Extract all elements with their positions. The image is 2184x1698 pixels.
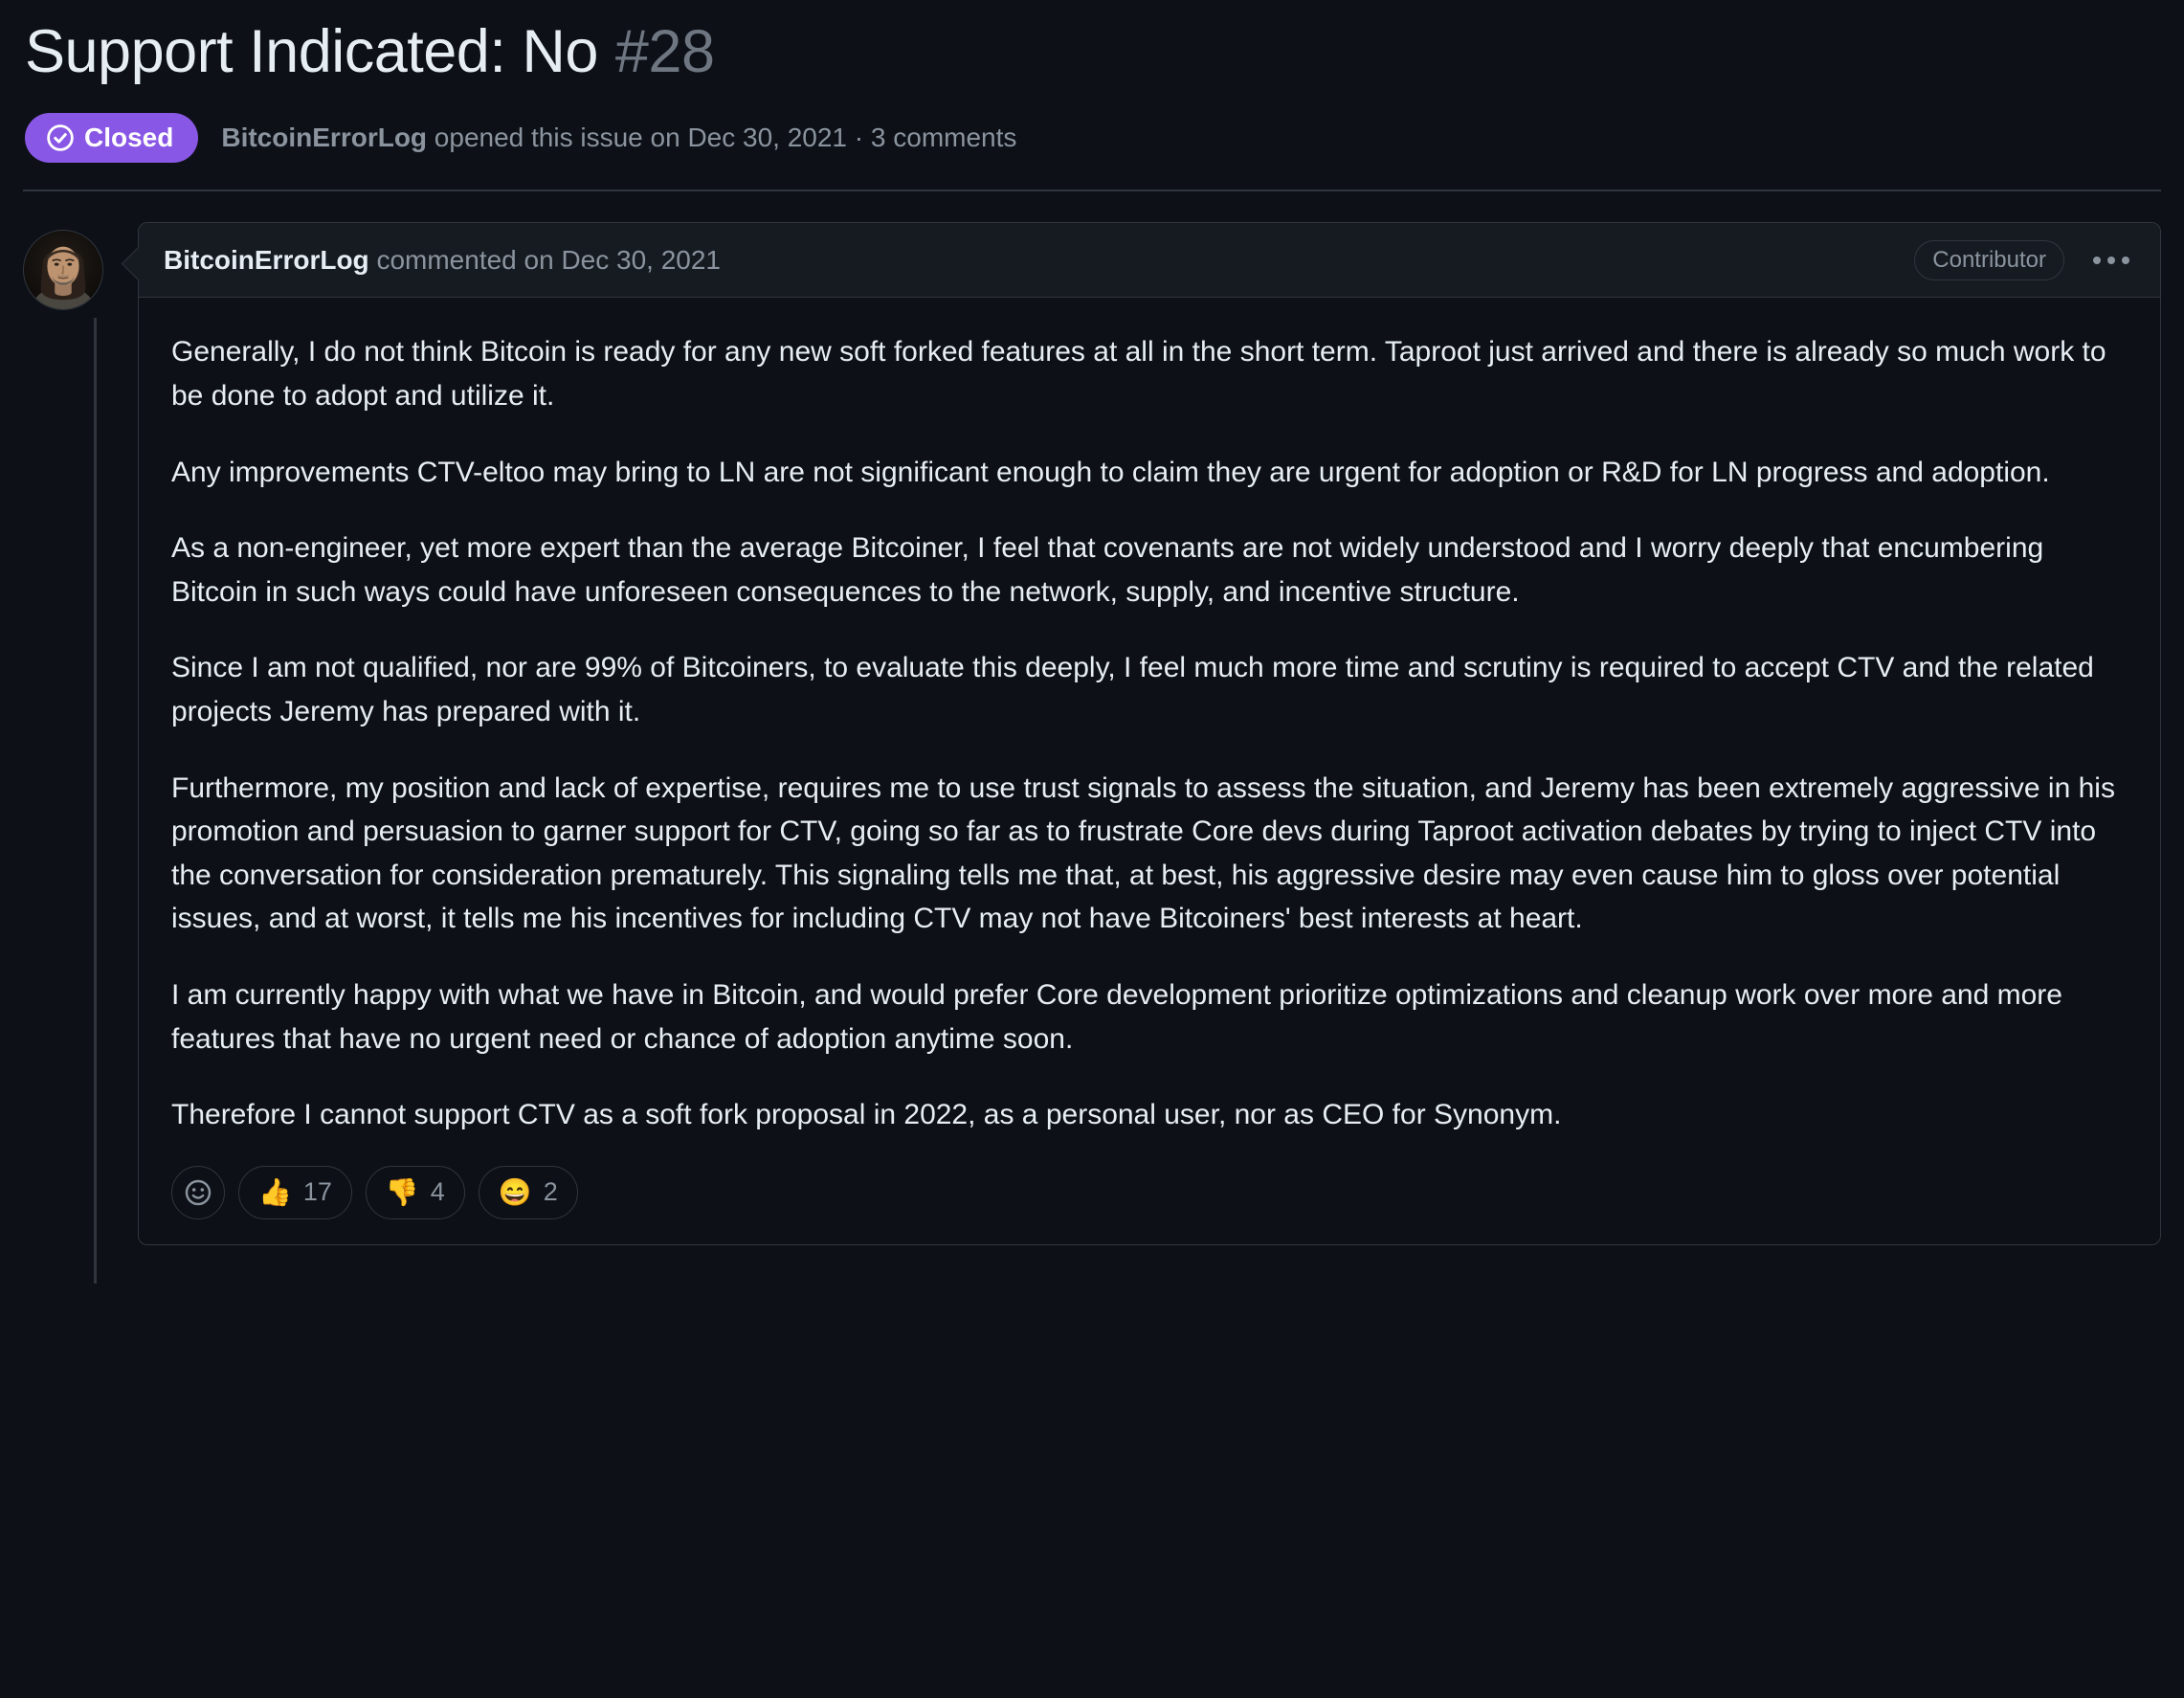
comment-row: BitcoinErrorLog commented on Dec 30, 202… [23, 222, 2161, 1245]
smiley-plus-icon[interactable] [171, 1165, 225, 1219]
contributor-badge[interactable]: Contributor [1914, 239, 2064, 281]
reaction-count: 2 [543, 1177, 558, 1207]
comment-paragraph: Generally, I do not think Bitcoin is rea… [171, 336, 2106, 413]
status-badge-label: Closed [84, 123, 174, 153]
issue-meta-text: BitcoinErrorLog opened this issue on Dec… [221, 121, 1016, 155]
laugh-icon: 😄 [498, 1176, 532, 1207]
issue-number: #28 [614, 18, 715, 85]
issue-title-row: Support Indicated: No #28 [23, 17, 2161, 86]
thumbs-up-icon: 👍 [258, 1176, 292, 1207]
comment-header-rest: commented on Dec 30, 2021 [368, 245, 722, 276]
comment-header-text: BitcoinErrorLog commented on Dec 30, 202… [164, 244, 1914, 277]
status-badge[interactable]: Closed [25, 113, 199, 164]
thumbs-down-icon: 👎 [385, 1176, 419, 1207]
issue-author-link[interactable]: BitcoinErrorLog [221, 123, 427, 152]
check-circle-icon [46, 123, 75, 152]
comment-paragraph: I am currently happy with what we have i… [171, 978, 2062, 1055]
comment-box: BitcoinErrorLog commented on Dec 30, 202… [138, 222, 2161, 1245]
issue-page: Support Indicated: No #28 Closed Bitcoin… [0, 0, 2184, 1698]
reaction-laugh[interactable]: 😄 2 [478, 1165, 578, 1219]
reaction-count: 4 [430, 1177, 445, 1207]
comment-header: BitcoinErrorLog commented on Dec 30, 202… [139, 223, 2160, 299]
comment-body: Generally, I do not think Bitcoin is rea… [139, 298, 2160, 1155]
issue-meta-row: Closed BitcoinErrorLog opened this issue… [23, 113, 2161, 164]
comment-paragraph: Any improvements CTV-eltoo may bring to … [171, 456, 2050, 488]
header-divider [23, 190, 2161, 192]
issue-timeline: BitcoinErrorLog commented on Dec 30, 202… [23, 222, 2161, 1284]
issue-meta-rest: opened this issue on Dec 30, 2021 · 3 co… [427, 123, 1017, 153]
comment-paragraph: Since I am not qualified, nor are 99% of… [171, 652, 2094, 727]
reactions-bar: 👍 17 👎 4 😄 2 [139, 1156, 2160, 1244]
issue-header: Support Indicated: No #28 Closed Bitcoin… [23, 0, 2161, 192]
avatar[interactable] [23, 230, 103, 311]
kebab-horizontal-icon[interactable] [2087, 249, 2135, 272]
page-title: Support Indicated: No [25, 18, 598, 85]
comment-paragraph: Therefore I cannot support CTV as a soft… [171, 1099, 1562, 1131]
reaction-count: 17 [302, 1177, 332, 1207]
reaction-thumbs-down[interactable]: 👎 4 [365, 1165, 465, 1219]
comment-paragraph: As a non-engineer, yet more expert than … [171, 532, 2044, 608]
comment-author-link[interactable]: BitcoinErrorLog [164, 245, 369, 275]
comment-header-actions: Contributor [1914, 239, 2135, 281]
comment-paragraph: Furthermore, my position and lack of exp… [171, 771, 2115, 935]
reaction-thumbs-up[interactable]: 👍 17 [238, 1165, 352, 1219]
